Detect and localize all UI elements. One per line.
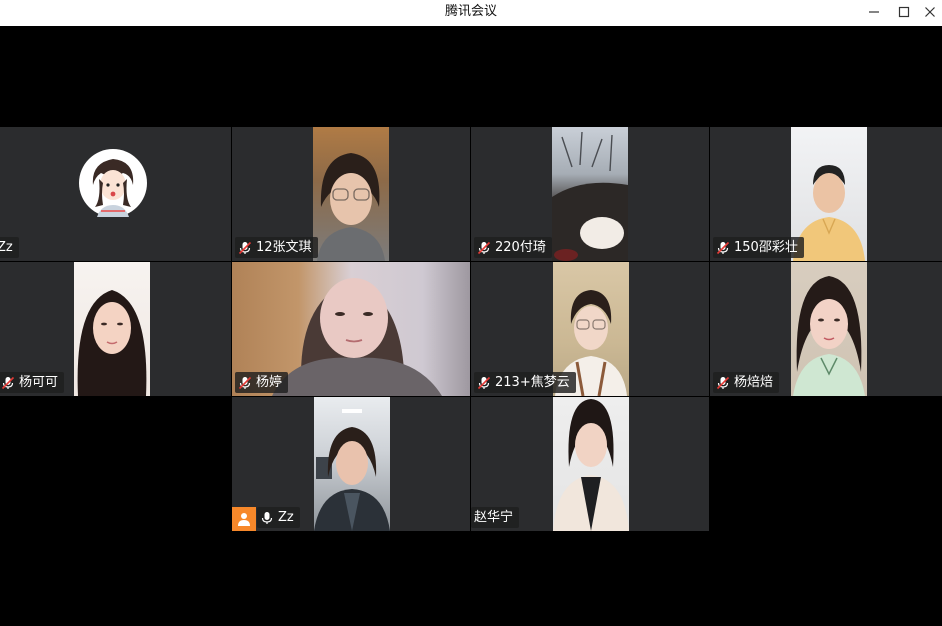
participant-name: 杨焙焙 [734,375,774,390]
host-badge [232,507,256,531]
person-figure [793,276,865,396]
participant-label: 220付琦 [474,237,552,258]
participant-name: 220付琦 [495,240,546,255]
participant-tile[interactable]: 杨可可 [0,262,231,396]
title-bar: 腾讯会议 [0,0,942,26]
participant-name: 150邵彩壮 [734,240,798,255]
participant-name: Zz [0,240,13,255]
participant-tile[interactable]: 赵华宁 [471,397,709,531]
participant-tile[interactable]: Zz [232,397,470,531]
minimize-icon [869,11,879,13]
participant-name: 213+焦梦云 [495,375,570,390]
participant-name: Zz [278,510,294,525]
host-person-icon [238,513,250,526]
participant-tile[interactable]: 213+焦梦云 [471,262,709,396]
participant-label: 150邵彩壮 [713,237,804,258]
video-feed [553,397,629,531]
mic-muted-icon [716,376,730,389]
participant-name: 杨可可 [19,375,59,390]
meeting-stage: Zz 12张文琪 220付琦 150邵彩壮 杨可可 杨婷 213+焦梦云 杨焙焙… [0,26,942,626]
participant-name: 赵华宁 [474,510,514,525]
person-figure [314,409,390,531]
mic-muted-icon [716,241,730,254]
participant-tile[interactable]: 150邵彩壮 [710,127,942,261]
mic-muted-icon [477,376,491,389]
maximize-icon [898,6,910,18]
close-button[interactable] [913,0,942,24]
participant-tile[interactable]: 杨焙焙 [710,262,942,396]
participant-label: 杨焙焙 [713,372,780,393]
participant-label: 12张文琪 [235,237,318,258]
participant-tile[interactable]: 12张文琪 [232,127,470,261]
scene [552,131,628,261]
mic-icon [261,511,273,524]
participant-tile[interactable]: Zz [0,127,231,261]
avatar [79,149,147,217]
video-feed [552,127,628,261]
participant-label: 杨可可 [0,372,65,393]
mic-muted-icon [238,241,252,254]
person-figure [317,153,385,261]
close-icon [925,7,935,17]
participant-name: 杨婷 [256,375,283,390]
person-figure [553,399,629,531]
participant-label: 赵华宁 [471,507,520,528]
participant-label: 213+焦梦云 [474,372,576,393]
video-feed [791,262,867,396]
participant-label: Zz [257,507,300,528]
participant-label: 杨婷 [235,372,289,393]
video-feed [314,397,390,531]
video-feed [74,262,150,396]
mic-muted-icon [1,376,15,389]
mic-muted-icon [238,376,252,389]
participant-tile[interactable]: 220付琦 [471,127,709,261]
mic-muted-icon [477,241,491,254]
minimize-button[interactable] [857,0,891,24]
window-title: 腾讯会议 [444,4,497,19]
participant-label: Zz [0,237,19,258]
video-feed [313,127,389,261]
person-figure [77,290,147,396]
participant-tile[interactable]: 杨婷 [232,262,470,396]
participant-name: 12张文琪 [256,240,312,255]
